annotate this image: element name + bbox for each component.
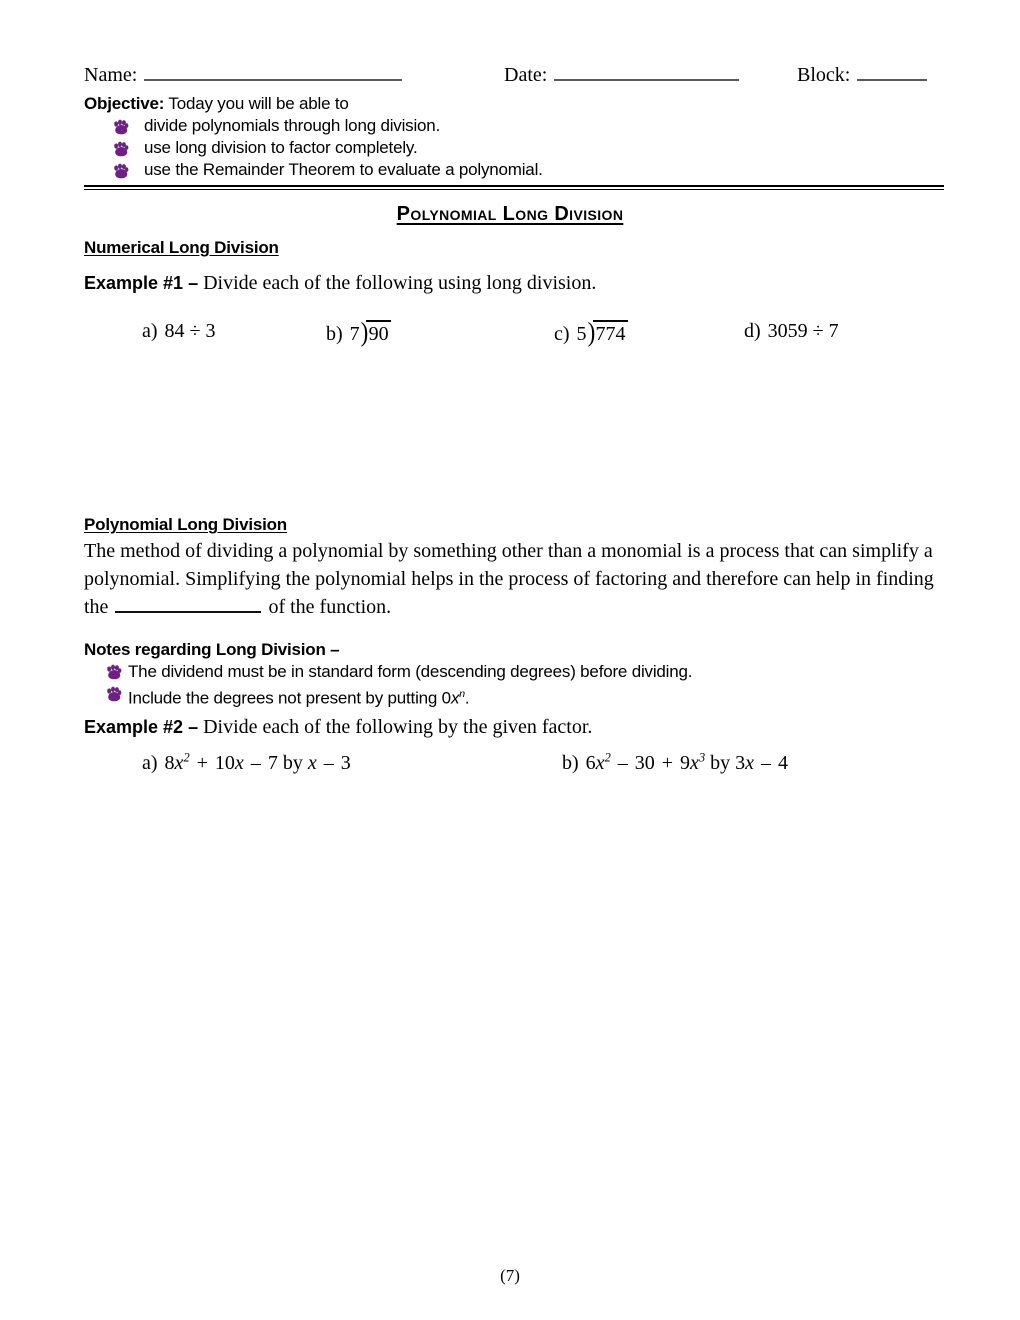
problem-1b: b) 7)90: [326, 317, 391, 347]
notes-item: Include the degrees not present by putti…: [84, 683, 944, 710]
example-2-prompt: Example #2 – Divide each of the followin…: [84, 714, 592, 740]
section-heading-numerical: Numerical Long Division: [84, 238, 279, 257]
objective-intro: Today you will be able to: [164, 94, 349, 113]
notes-item-text: Include the degrees not present by putti…: [128, 688, 451, 708]
problem-2b-letter: b): [562, 751, 579, 774]
header-divider: [84, 185, 944, 190]
paragraph-text-part-2: of the function.: [263, 596, 392, 618]
problem-1b-letter: b): [326, 323, 343, 345]
objective-item: use the Remainder Theorem to evaluate a …: [84, 159, 944, 181]
example-2-label: Example #2 –: [84, 717, 199, 737]
objective-item-text: divide polynomials through long division…: [144, 116, 441, 135]
page-title: Polynomial Long Division: [396, 203, 624, 225]
example-1-label: Example #1 –: [84, 273, 199, 293]
notes-item-text: The dividend must be in standard form (d…: [128, 662, 693, 681]
date-input-blank[interactable]: [554, 60, 740, 81]
example-2-instruction: Divide each of the following by the give…: [198, 716, 593, 738]
long-division-bracket-icon: ): [587, 317, 595, 347]
problem-2a-letter: a): [142, 751, 158, 774]
objective-heading: Objective: Today you will be able to: [84, 93, 944, 115]
name-label: Name:: [84, 64, 138, 86]
objective-item-text: use the Remainder Theorem to evaluate a …: [144, 160, 543, 179]
long-division-bracket: 5)774: [576, 317, 628, 347]
section-heading-polynomial: Polynomial Long Division: [84, 515, 287, 534]
example-1-prompt: Example #1 – Divide each of the followin…: [84, 270, 596, 296]
name-input-blank[interactable]: [144, 60, 403, 81]
problem-1c: c) 5)774: [554, 317, 628, 347]
problem-2b-expression: 6x2 – 30 + 9x3 by 3x – 4: [585, 750, 789, 774]
worksheet-page: Name: Date: Block: Objective: Today you …: [0, 0, 1020, 1320]
paw-print-icon: [113, 163, 129, 179]
long-division-bracket: 7)90: [349, 317, 391, 347]
problem-1c-letter: c): [554, 323, 570, 345]
problem-1b-divisor: 7: [349, 323, 360, 345]
block-input-blank[interactable]: [857, 60, 928, 81]
problem-1d-letter: d): [744, 320, 761, 342]
problem-1c-dividend: 774: [592, 320, 628, 346]
block-field-group: Block:: [797, 60, 929, 88]
problem-1a: a) 84 ÷ 3: [142, 320, 216, 343]
page-number: (7): [500, 1266, 520, 1285]
objective-list: divide polynomials through long division…: [84, 115, 944, 181]
notes-heading: Notes regarding Long Division –: [84, 640, 340, 659]
problem-1d: d) 3059 ÷ 7: [744, 320, 839, 343]
paw-print-icon: [106, 664, 122, 680]
problem-1c-divisor: 5: [576, 323, 587, 345]
block-label: Block:: [797, 64, 851, 86]
problem-1a-letter: a): [142, 320, 158, 342]
example-1-instruction: Divide each of the following using long …: [198, 272, 597, 294]
fill-in-blank[interactable]: [115, 595, 262, 613]
paw-print-icon: [106, 686, 122, 702]
name-field-group: Name:: [84, 60, 404, 88]
date-label: Date:: [504, 64, 548, 86]
notes-item: The dividend must be in standard form (d…: [84, 661, 944, 683]
objective-label: Objective:: [84, 94, 165, 113]
date-field-group: Date:: [504, 60, 741, 88]
notes-list: The dividend must be in standard form (d…: [84, 661, 944, 710]
notes-item-variable: x: [450, 688, 460, 708]
paw-print-icon: [113, 119, 129, 135]
objective-item: use long division to factor completely.: [84, 137, 944, 159]
problem-2a: a) 8x2 + 10x – 7 by x – 3: [142, 750, 351, 775]
problem-2b: b) 6x2 – 30 + 9x3 by 3x – 4: [562, 750, 788, 775]
problem-2a-expression: 8x2 + 10x – 7 by x – 3: [164, 750, 351, 774]
problem-1b-dividend: 90: [365, 320, 391, 346]
example-1-problems: a) 84 ÷ 3 b) 7)90 c) 5)774 d) 3059 ÷ 7: [84, 317, 944, 360]
example-2-problems: a) 8x2 + 10x – 7 by x – 3 b) 6x2 – 30 + 9x…: [84, 750, 944, 790]
problem-1d-expression: 3059 ÷ 7: [767, 320, 839, 342]
objective-item-text: use long division to factor completely.: [144, 138, 418, 157]
long-division-bracket-icon: ): [360, 317, 368, 347]
paw-print-icon: [113, 141, 129, 157]
objective-block: Objective: Today you will be able to div…: [84, 93, 944, 181]
objective-item: divide polynomials through long division…: [84, 115, 944, 137]
polynomial-description-paragraph: The method of dividing a polynomial by s…: [84, 537, 952, 621]
problem-1a-expression: 84 ÷ 3: [164, 320, 216, 342]
notes-item-text-tail: .: [464, 688, 470, 708]
